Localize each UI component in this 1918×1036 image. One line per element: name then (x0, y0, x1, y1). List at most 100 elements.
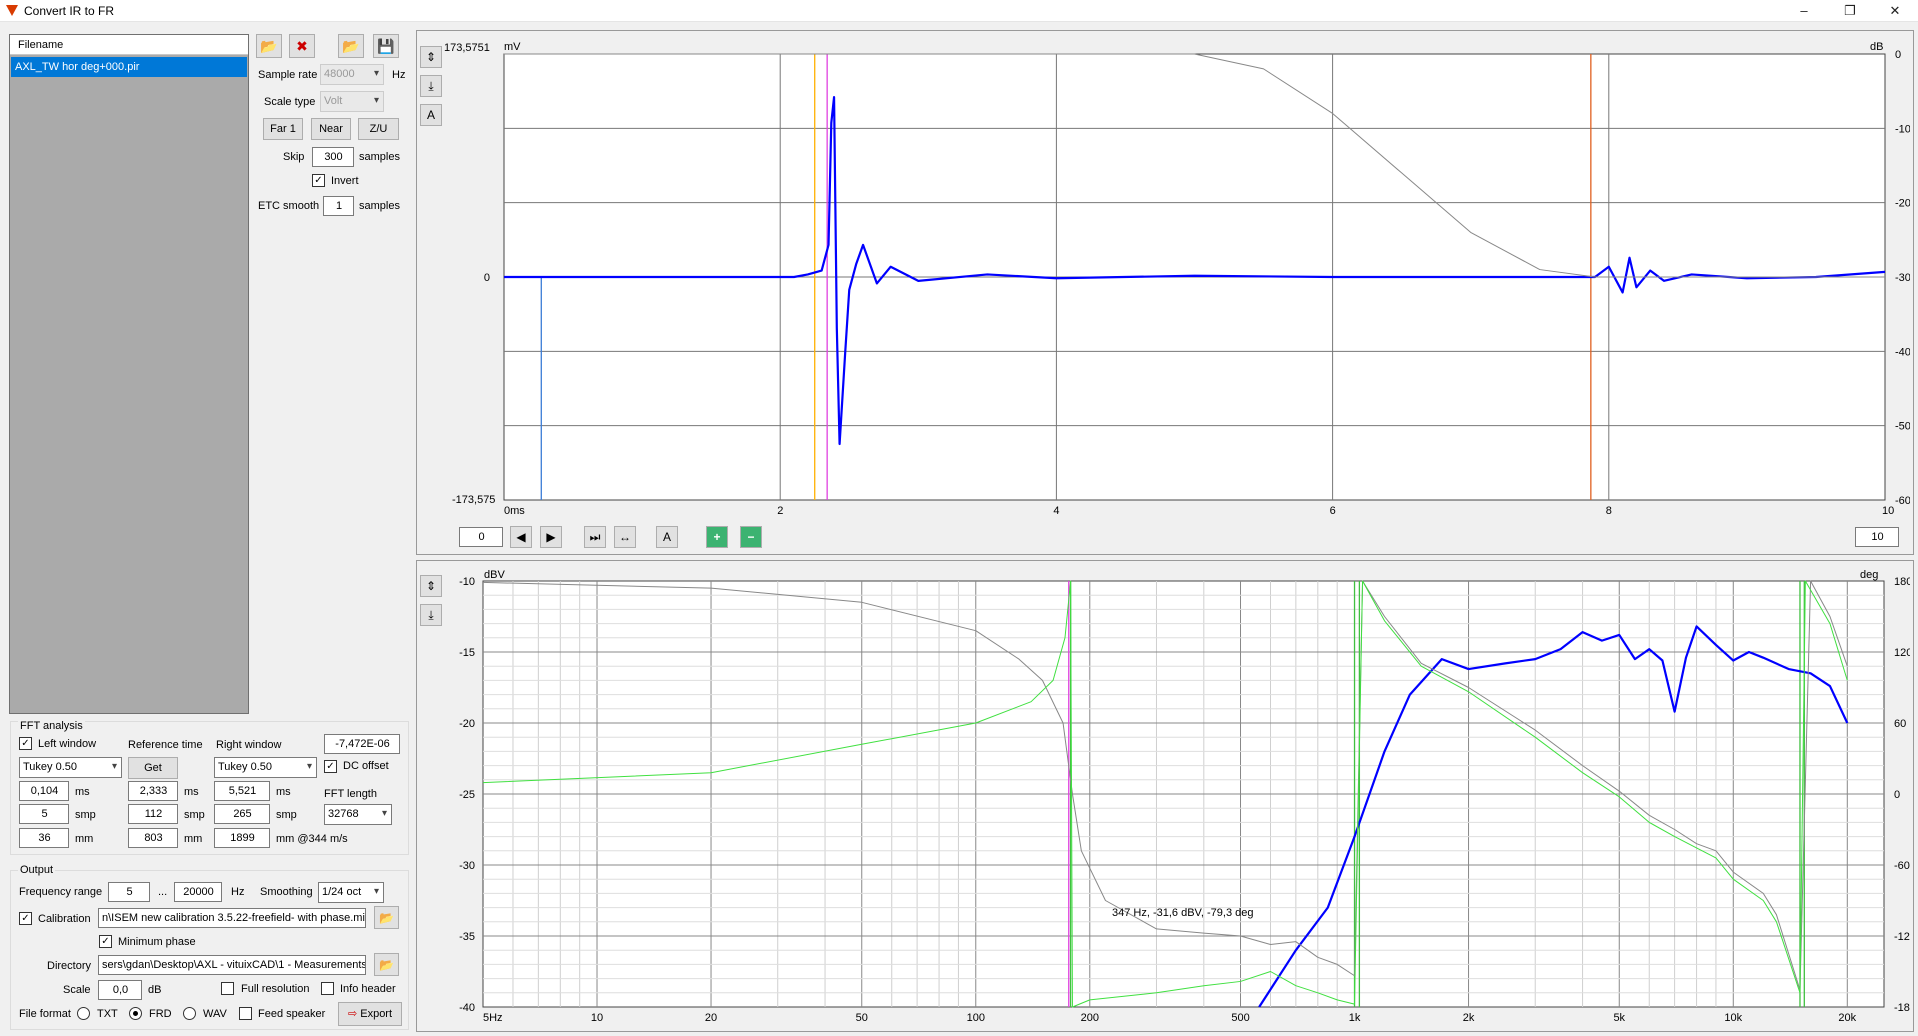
format-wav-label: WAV (203, 1008, 227, 1020)
fft-length-select[interactable]: 32768 (324, 804, 392, 825)
format-txt-label: TXT (97, 1008, 118, 1020)
left-window-smp-input[interactable]: 5 (19, 804, 69, 824)
get-button[interactable]: Get (128, 757, 178, 779)
left-window-ms-input[interactable]: 0,104 (19, 781, 69, 801)
fr-y-tick-label: -15 (459, 647, 475, 659)
check-icon: ✓ (21, 913, 30, 924)
export-label: Export (360, 1008, 393, 1020)
near-button[interactable]: Near (311, 118, 351, 140)
fr-right-tick-label: 0 (1894, 789, 1900, 801)
ir-end-input[interactable]: 10 (1855, 527, 1899, 547)
mm-speed-label: mm @344 m/s (276, 833, 348, 845)
scale-type-select[interactable]: Volt (320, 91, 384, 112)
format-wav-radio[interactable] (183, 1007, 196, 1020)
minimize-button[interactable]: – (1781, 0, 1827, 22)
etc-smooth-input[interactable]: 1 (323, 196, 354, 216)
ir-auto-x-button[interactable]: A (656, 526, 678, 548)
reference-smp-input[interactable]: 112 (128, 804, 178, 824)
left-window-type-select[interactable]: Tukey 0.50 (19, 757, 122, 778)
minimum-phase-checkbox[interactable]: ✓ (99, 935, 112, 948)
right-window-mm-input[interactable]: 1899 (214, 828, 270, 848)
far1-button[interactable]: Far 1 (263, 118, 303, 140)
fr-x-ticks: 5Hz 10 20 50 100 200 500 1k 2k 5k 10k 20k (483, 1012, 1857, 1024)
frequency-max-input[interactable]: 20000 (174, 882, 222, 902)
scale-type-label: Scale type (264, 96, 316, 108)
smp-unit: smp (276, 809, 297, 821)
format-txt-radio[interactable] (77, 1007, 90, 1020)
frequency-min-input[interactable]: 5 (108, 882, 150, 902)
left-window-label: Left window (38, 738, 97, 750)
impulse-response-chart[interactable]: 173,5751 mV 0 -173,575 dB 0ms 2 4 6 8 10 0 -10… (420, 36, 1910, 516)
right-window-smp-input[interactable]: 265 (214, 804, 270, 824)
zoom-out-button[interactable]: − (740, 526, 762, 548)
right-window-label: Right window (216, 739, 282, 751)
file-list-item[interactable]: AXL_TW hor deg+000.pir (11, 57, 247, 77)
scroll-right-button[interactable]: ▶ (540, 526, 562, 548)
close-button[interactable]: ✕ (1872, 0, 1918, 22)
check-icon: ✓ (21, 738, 30, 749)
save-button[interactable]: 💾 (373, 34, 399, 58)
scroll-left-button[interactable]: ◀ (510, 526, 532, 548)
dc-offset-value[interactable]: -7,472E-06 (324, 734, 400, 754)
scale-label: Scale (63, 984, 91, 996)
frequency-response-chart[interactable]: dBV deg 347 Hz, -31,6 dBV, -79,3 deg -10… (420, 564, 1910, 1030)
fr-x-tick-label: 100 (967, 1012, 985, 1024)
ir-right-tick-label: -60 (1895, 495, 1910, 507)
fr-right-tick-label: 120 (1894, 647, 1910, 659)
fr-x-tick-label: 2k (1463, 1012, 1475, 1024)
calibration-browse-button[interactable]: 📂 (374, 906, 399, 929)
open-file-button[interactable]: 📂 (256, 34, 282, 58)
calibration-path-input[interactable]: n\ISEM new calibration 3.5.22-freefield-… (98, 908, 366, 928)
reference-time-label: Reference time (128, 739, 203, 751)
etc-smooth-unit: samples (359, 200, 400, 212)
fr-x-tick-label: 10 (591, 1012, 603, 1024)
sample-rate-select[interactable]: 48000 (320, 64, 384, 85)
directory-input[interactable]: sers\gdan\Desktop\AXL - vituixCAD\1 - Me… (98, 955, 366, 975)
dc-offset-checkbox[interactable]: ✓ (324, 760, 337, 773)
left-window-checkbox[interactable]: ✓ (19, 737, 32, 750)
calibration-checkbox[interactable]: ✓ (19, 912, 32, 925)
ir-right-tick-label: -40 (1895, 346, 1910, 358)
fr-right-tick-label: -180 (1894, 1002, 1910, 1014)
folder-icon: 📂 (379, 911, 394, 925)
restore-button[interactable]: ❐ (1827, 0, 1873, 22)
export-button[interactable]: ⇨ Export (338, 1002, 402, 1026)
feed-speaker-label: Feed speaker (258, 1008, 326, 1020)
format-frd-radio[interactable] (129, 1007, 142, 1020)
right-window-ms-input[interactable]: 5,521 (214, 781, 270, 801)
info-header-checkbox[interactable] (321, 982, 334, 995)
fr-y-ticks: -10 -15 -20 -25 -30 -35 -40 (459, 576, 475, 1014)
invert-checkbox[interactable]: ✓ (312, 174, 325, 187)
go-to-end-button[interactable]: ⏭ (584, 526, 606, 548)
reference-mm-input[interactable]: 803 (128, 828, 178, 848)
remove-icon: ✖ (296, 38, 308, 54)
smoothing-select[interactable]: 1/24 oct (318, 882, 384, 903)
file-list[interactable]: Filename AXL_TW hor deg+000.pir (9, 34, 249, 714)
scale-input[interactable]: 0,0 (98, 980, 142, 1000)
output-title: Output (18, 864, 56, 876)
file-list-header[interactable]: Filename (10, 35, 248, 55)
fr-right-ticks: 180 120 60 0 -60 -120 -180 (1894, 576, 1910, 1014)
right-window-type-select[interactable]: Tukey 0.50 (214, 757, 317, 778)
remove-file-button[interactable]: ✖ (289, 34, 315, 58)
folder-icon: 📂 (379, 958, 394, 972)
zu-button[interactable]: Z/U (358, 118, 399, 140)
reference-ms-input[interactable]: 2,333 (128, 781, 178, 801)
expand-horizontal-button[interactable]: ↔ (614, 526, 636, 548)
directory-browse-button[interactable]: 📂 (374, 953, 399, 976)
zoom-in-button[interactable]: + (706, 526, 728, 548)
full-resolution-checkbox[interactable] (221, 982, 234, 995)
hz-unit: Hz (231, 886, 245, 898)
open-folder-button[interactable]: 📂 (338, 34, 364, 58)
skip-input[interactable]: 300 (312, 147, 354, 167)
feed-speaker-checkbox[interactable] (239, 1007, 252, 1020)
ir-start-input[interactable]: 0 (459, 527, 503, 547)
fr-x-tick-label: 500 (1231, 1012, 1249, 1024)
left-window-mm-input[interactable]: 36 (19, 828, 69, 848)
fr-x-tick-label: 10k (1724, 1012, 1742, 1024)
ir-right-tick-label: 0 (1895, 49, 1901, 61)
ir-y-top-label: 173,5751 (444, 42, 490, 54)
fft-length-label: FFT length (324, 788, 377, 800)
ir-right-tick-label: -30 (1895, 272, 1910, 284)
ir-y-bottom-label: -173,575 (452, 494, 495, 506)
